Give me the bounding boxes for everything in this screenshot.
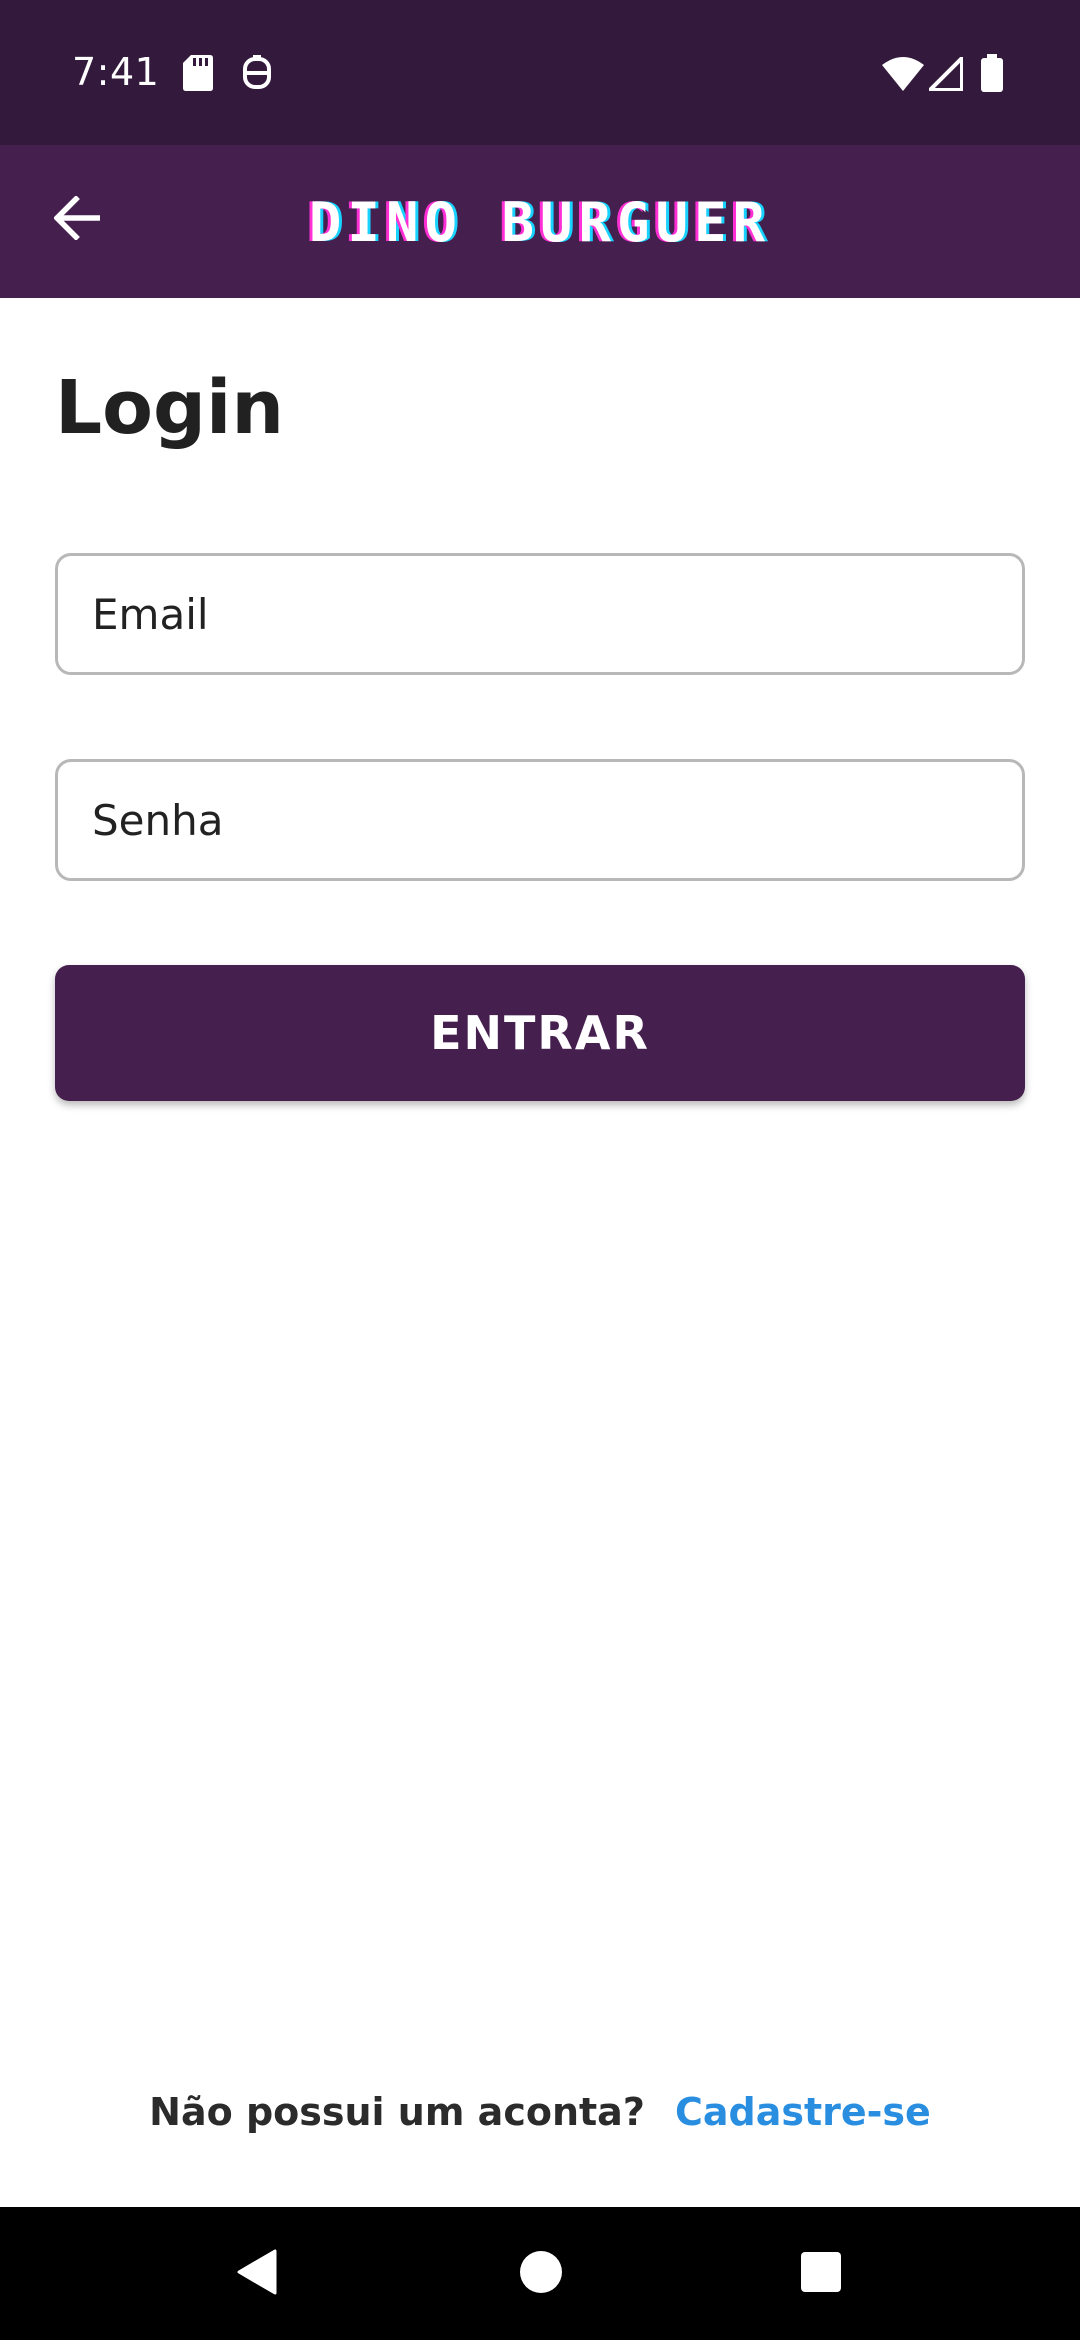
- system-nav-bar: [0, 2207, 1080, 2340]
- status-time: 7:41: [72, 50, 160, 94]
- signup-question: Não possui um aconta?: [149, 2090, 645, 2134]
- home-circle-icon: [519, 2250, 563, 2298]
- signal-icon: [925, 53, 964, 95]
- wifi-icon: [882, 57, 924, 95]
- nav-back-button[interactable]: [190, 2207, 323, 2340]
- signup-prompt: Não possui um aconta? Cadastre-se: [0, 2090, 1080, 2134]
- recents-square-icon: [800, 2251, 842, 2297]
- app-bar: DINO BURGUER: [0, 145, 1080, 298]
- back-triangle-icon: [237, 2249, 277, 2299]
- notification-icon: [242, 55, 272, 95]
- app-title: DINO BURGUER: [308, 191, 772, 254]
- login-screen: 7:41 DINO BURGUER Login Email ENTRAR Não…: [0, 0, 1080, 2340]
- password-field[interactable]: [55, 759, 1025, 881]
- nav-recents-button[interactable]: [754, 2207, 887, 2340]
- status-bar: 7:41: [0, 0, 1080, 145]
- email-field[interactable]: [55, 553, 1025, 675]
- battery-icon: [981, 54, 1003, 96]
- page-title: Login: [55, 365, 285, 451]
- sd-card-icon: [183, 55, 213, 95]
- signup-link[interactable]: Cadastre-se: [675, 2090, 931, 2134]
- nav-home-button[interactable]: [474, 2207, 607, 2340]
- enter-button[interactable]: ENTRAR: [55, 965, 1025, 1101]
